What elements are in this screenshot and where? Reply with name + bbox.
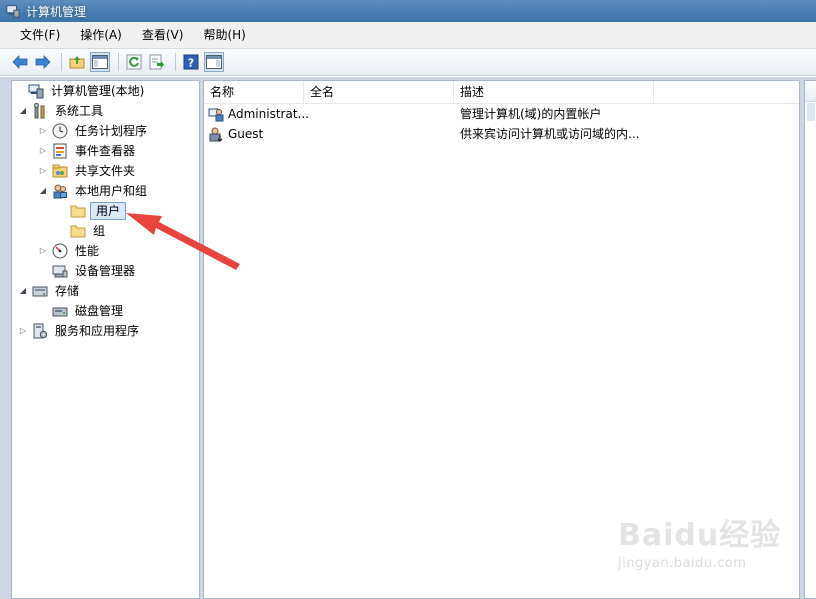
menu-view[interactable]: 查看(V) — [136, 26, 190, 44]
toolbar-separator — [61, 53, 62, 71]
folder-icon — [70, 205, 86, 218]
tree-label: 任务计划程序 — [75, 124, 148, 138]
guest-user-icon — [209, 127, 223, 142]
clock-icon — [52, 123, 68, 139]
tree-label: 系统工具 — [55, 104, 104, 118]
expand-triangle-icon[interactable]: ▷ — [38, 241, 48, 261]
action-pane-header — [805, 81, 816, 102]
expand-triangle-icon[interactable]: ▷ — [38, 161, 48, 181]
performance-icon — [52, 243, 68, 259]
up-level-button[interactable] — [67, 52, 87, 72]
disk-icon — [52, 307, 68, 317]
collapse-triangle-icon[interactable]: ◢ — [38, 181, 48, 201]
menu-help[interactable]: 帮助(H) — [197, 26, 251, 44]
tree-label: 本地用户和组 — [75, 184, 148, 198]
window-title: 计算机管理 — [26, 4, 87, 19]
storage-icon — [32, 286, 48, 297]
tree-item-task-scheduler[interactable]: ▷ 任务计划程序 — [38, 121, 150, 141]
user-icon — [208, 108, 224, 122]
tree-item-computer-management[interactable]: 计算机管理(本地) — [14, 81, 147, 101]
tree-label: 组 — [93, 224, 106, 238]
toolbar-separator — [118, 53, 119, 71]
column-description[interactable]: 描述 — [454, 81, 654, 103]
services-icon — [33, 323, 48, 339]
tools-icon — [34, 103, 45, 119]
export-icon — [149, 54, 164, 70]
refresh-icon — [126, 54, 142, 70]
menu-file[interactable]: 文件(F) — [14, 26, 66, 44]
back-button[interactable] — [10, 52, 30, 72]
menu-action[interactable]: 操作(A) — [74, 26, 128, 44]
tree-label: 存储 — [55, 284, 80, 298]
tree-item-system-tools[interactable]: ◢ 系统工具 — [18, 101, 106, 121]
collapse-triangle-icon[interactable]: ◢ — [18, 281, 28, 301]
toolbar: ? — [0, 49, 816, 76]
collapse-triangle-icon[interactable]: ◢ — [18, 101, 28, 121]
tree-item-performance[interactable]: ▷ 性能 — [38, 241, 102, 261]
show-hide-tree-button[interactable] — [90, 52, 110, 72]
refresh-button[interactable] — [124, 52, 144, 72]
tree-label: 共享文件夹 — [75, 164, 136, 178]
column-name[interactable]: 名称 — [204, 81, 304, 103]
svg-text:?: ? — [188, 57, 194, 70]
annotation-arrow — [126, 213, 240, 270]
show-hide-action-pane-button[interactable] — [204, 52, 224, 72]
action-pane — [804, 80, 816, 599]
list-item[interactable]: Guest 供来宾访问计算机或访问域的内... — [208, 124, 700, 144]
user-description: 管理计算机(域)的内置帐户 — [460, 107, 602, 121]
action-pane-icon — [206, 55, 222, 69]
tree-item-event-viewer[interactable]: ▷ 事件查看器 — [38, 141, 138, 161]
expand-triangle-icon[interactable]: ▷ — [18, 321, 28, 341]
console-tree-icon — [92, 55, 108, 69]
user-description: 供来宾访问计算机或访问域的内... — [460, 127, 640, 141]
computer-management-icon — [6, 5, 20, 18]
help-button[interactable]: ? — [181, 52, 201, 72]
user-name: Administrat... — [228, 107, 309, 121]
user-name: Guest — [228, 127, 264, 141]
folder-up-icon — [69, 56, 85, 69]
device-manager-icon — [52, 265, 68, 278]
users-icon — [53, 184, 67, 199]
back-arrow-icon — [12, 55, 28, 69]
computer-management-icon — [28, 84, 44, 99]
menu-bar: 文件(F) 操作(A) 查看(V) 帮助(H) — [0, 22, 816, 49]
toolbar-separator — [175, 53, 176, 71]
tree-label: 性能 — [75, 244, 100, 258]
tree-label: 事件查看器 — [75, 144, 136, 158]
tree-item-local-users-groups[interactable]: ◢ 本地用户和组 — [38, 181, 150, 201]
expand-triangle-icon[interactable]: ▷ — [38, 141, 48, 161]
tree-item-disk-management[interactable]: 磁盘管理 — [38, 301, 126, 321]
tree-item-groups[interactable]: 组 — [56, 221, 108, 241]
event-log-icon — [53, 143, 67, 159]
action-pane-item[interactable] — [807, 103, 815, 121]
list-column-header: 名称 全名 描述 — [204, 81, 799, 104]
help-icon: ? — [183, 54, 199, 70]
title-bar: 计算机管理 — [0, 0, 816, 22]
export-list-button[interactable] — [147, 52, 167, 72]
expand-triangle-icon[interactable]: ▷ — [38, 121, 48, 141]
shared-folder-icon — [52, 164, 68, 178]
console-tree: 计算机管理(本地) ◢ 系统工具 ▷ 任务计划程序 ▷ 事件查看器 ▷ 共享文件… — [11, 80, 200, 599]
tree-label: 计算机管理(本地) — [51, 84, 145, 98]
tree-item-shared-folders[interactable]: ▷ 共享文件夹 — [38, 161, 138, 181]
tree-label: 服务和应用程序 — [55, 324, 140, 338]
users-list: 名称 全名 描述 Administrat... 管理计算机(域)的内置帐户 Gu… — [203, 80, 800, 599]
tree-label: 磁盘管理 — [75, 304, 124, 318]
forward-button[interactable] — [33, 52, 53, 72]
forward-arrow-icon — [35, 55, 51, 69]
folder-icon — [70, 225, 86, 238]
column-fullname[interactable]: 全名 — [304, 81, 454, 103]
tree-item-users[interactable]: 用户 — [56, 201, 127, 221]
tree-item-storage[interactable]: ◢ 存储 — [18, 281, 82, 301]
tree-item-services-applications[interactable]: ▷ 服务和应用程序 — [18, 321, 142, 341]
list-item[interactable]: Administrat... 管理计算机(域)的内置帐户 — [208, 104, 700, 124]
